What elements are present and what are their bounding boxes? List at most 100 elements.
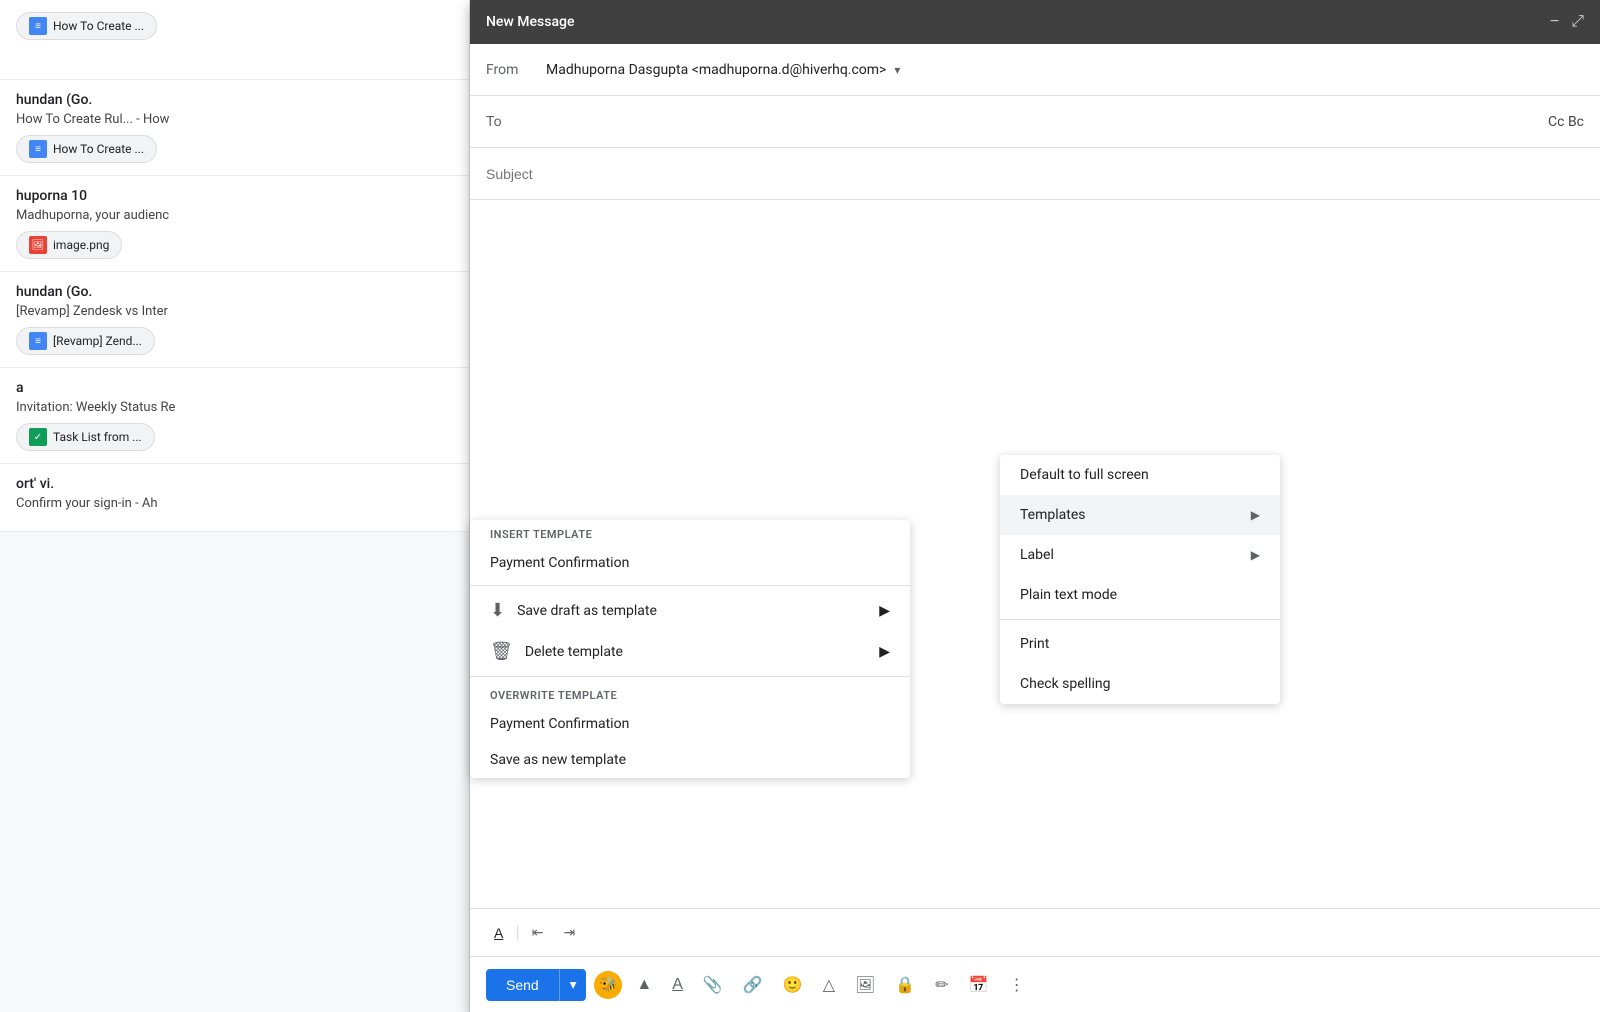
format-text-button[interactable]: A bbox=[666, 970, 689, 1000]
signature-button[interactable]: ✏ bbox=[929, 969, 954, 1001]
print-item[interactable]: Print bbox=[1000, 624, 1280, 664]
default-fullscreen-label: Default to full screen bbox=[1020, 467, 1149, 483]
save-draft-label: Save draft as template bbox=[517, 603, 657, 619]
cc-bcc-label[interactable]: Cc Bc bbox=[1548, 114, 1584, 130]
save-draft-arrow: ▶ bbox=[879, 603, 890, 619]
image-icon: 🖼 bbox=[29, 236, 47, 254]
from-address: Madhuporna Dasgupta <madhuporna.d@hiverh… bbox=[546, 62, 886, 78]
plain-text-label: Plain text mode bbox=[1020, 587, 1117, 603]
insert-payment-confirmation-item[interactable]: Payment Confirmation bbox=[470, 545, 910, 581]
maximize-button[interactable]: ⤢ bbox=[1571, 13, 1584, 31]
drive-button[interactable]: △ bbox=[817, 969, 841, 1001]
send-button-group: Send ▾ bbox=[486, 969, 586, 1001]
chip-label: [Revamp] Zend... bbox=[53, 334, 142, 348]
more-options-button[interactable]: ⋮ bbox=[1003, 969, 1031, 1001]
chip-label: How To Create ... bbox=[53, 142, 144, 156]
email-item[interactable]: a Invitation: Weekly Status Re ✓ Task Li… bbox=[0, 368, 469, 464]
attachment-chip[interactable]: ≡ How To Create ... bbox=[16, 135, 157, 163]
chip-label: image.png bbox=[53, 238, 109, 252]
insert-photo-button[interactable]: 🖼 bbox=[849, 969, 881, 1001]
delete-template-item[interactable]: 🗑 Delete template ▶ bbox=[470, 631, 910, 672]
doc-icon: ≡ bbox=[29, 332, 47, 350]
chevron-up-button[interactable]: ▲ bbox=[630, 970, 658, 1000]
from-dropdown-arrow[interactable]: ▾ bbox=[894, 63, 900, 77]
email-item[interactable]: ≡ How To Create ... bbox=[0, 0, 469, 80]
minimize-button[interactable]: − bbox=[1550, 13, 1559, 31]
email-list: ≡ How To Create ... hundan (Go. How To C… bbox=[0, 0, 470, 1012]
overwrite-payment-label: Payment Confirmation bbox=[490, 716, 629, 732]
plain-text-mode-item[interactable]: Plain text mode bbox=[1000, 575, 1280, 615]
label-item[interactable]: Label ▶ bbox=[1000, 535, 1280, 575]
overwrite-template-header: OVERWRITE TEMPLATE bbox=[470, 681, 910, 706]
print-label: Print bbox=[1020, 636, 1049, 652]
from-label: From bbox=[486, 62, 546, 78]
indent-decrease-button[interactable]: ⇤ bbox=[524, 918, 552, 947]
attachment-chip[interactable]: 🖼 image.png bbox=[16, 231, 122, 259]
sender-name: a bbox=[16, 380, 453, 396]
sender-name: ort' vi. bbox=[16, 476, 453, 492]
to-input[interactable] bbox=[546, 114, 1548, 130]
compose-header: New Message − ⤢ bbox=[470, 0, 1600, 44]
insert-link-button[interactable]: 🔗 bbox=[737, 969, 769, 1001]
sender-name: huporna 10 bbox=[16, 188, 453, 204]
sender-name: hundan (Go. bbox=[16, 92, 453, 108]
save-as-new-label: Save as new template bbox=[490, 752, 626, 768]
template-submenu: INSERT TEMPLATE Payment Confirmation ⬇ S… bbox=[470, 520, 910, 778]
email-subject: Confirm your sign-in - Ah bbox=[16, 496, 453, 511]
formatting-toolbar: A | ⇤ ⇥ bbox=[470, 908, 1600, 956]
to-label: To bbox=[486, 114, 546, 130]
submenu-divider-2 bbox=[470, 676, 910, 677]
compose-from-field: From Madhuporna Dasgupta <madhuporna.d@h… bbox=[470, 44, 1600, 96]
templates-label: Templates bbox=[1020, 507, 1086, 523]
schedule-button[interactable]: 📅 bbox=[963, 969, 995, 1001]
insert-template-header: INSERT TEMPLATE bbox=[470, 520, 910, 545]
save-draft-as-template-item[interactable]: ⬇ Save draft as template ▶ bbox=[470, 590, 910, 631]
compose-to-field[interactable]: To Cc Bc bbox=[470, 96, 1600, 148]
context-menu: Default to full screen Templates ▶ Label… bbox=[1000, 455, 1280, 704]
delete-template-arrow: ▶ bbox=[879, 644, 890, 660]
default-fullscreen-item[interactable]: Default to full screen bbox=[1000, 455, 1280, 495]
templates-item[interactable]: Templates ▶ bbox=[1000, 495, 1280, 535]
task-icon: ✓ bbox=[29, 428, 47, 446]
email-item[interactable]: hundan (Go. [Revamp] Zendesk vs Inter ≡ … bbox=[0, 272, 469, 368]
chip-label: How To Create ... bbox=[53, 19, 144, 33]
emoji-button[interactable]: 🙂 bbox=[777, 969, 809, 1001]
attachment-chip[interactable]: ✓ Task List from ... bbox=[16, 423, 155, 451]
from-value: Madhuporna Dasgupta <madhuporna.d@hiverh… bbox=[546, 62, 1584, 78]
indent-increase-button[interactable]: ⇥ bbox=[555, 918, 583, 947]
check-spelling-item[interactable]: Check spelling bbox=[1000, 664, 1280, 704]
sender-name: hundan (Go. bbox=[16, 284, 453, 300]
overwrite-payment-confirmation-item[interactable]: Payment Confirmation bbox=[470, 706, 910, 742]
send-button[interactable]: Send bbox=[486, 969, 559, 1001]
save-as-new-template-item[interactable]: Save as new template bbox=[470, 742, 910, 778]
bee-icon[interactable]: 🐝 bbox=[594, 971, 622, 999]
email-item[interactable]: ort' vi. Confirm your sign-in - Ah bbox=[0, 464, 469, 532]
insert-payment-label: Payment Confirmation bbox=[490, 555, 629, 571]
submenu-divider-1 bbox=[470, 585, 910, 586]
compose-title: New Message bbox=[486, 14, 574, 30]
compose-header-actions: − ⤢ bbox=[1550, 13, 1584, 31]
subject-input[interactable] bbox=[486, 166, 1584, 182]
attach-file-button[interactable]: 📎 bbox=[697, 969, 729, 1001]
templates-arrow: ▶ bbox=[1251, 508, 1260, 522]
doc-icon: ≡ bbox=[29, 17, 47, 35]
email-subject: Invitation: Weekly Status Re bbox=[16, 400, 453, 415]
chip-label: Task List from ... bbox=[53, 430, 142, 444]
context-menu-divider bbox=[1000, 619, 1280, 620]
compose-toolbar: Send ▾ 🐝 ▲ A 📎 🔗 🙂 △ 🖼 🔒 ✏ 📅 ⋮ bbox=[470, 956, 1600, 1012]
attachment-chip[interactable]: ≡ [Revamp] Zend... bbox=[16, 327, 155, 355]
attachment-chip[interactable]: ≡ How To Create ... bbox=[16, 12, 157, 40]
email-item[interactable]: huporna 10 Madhuporna, your audienc 🖼 im… bbox=[0, 176, 469, 272]
confidential-button[interactable]: 🔒 bbox=[889, 969, 921, 1001]
compose-subject-field[interactable] bbox=[470, 148, 1600, 200]
check-spelling-label: Check spelling bbox=[1020, 676, 1110, 692]
doc-icon: ≡ bbox=[29, 140, 47, 158]
email-subject: How To Create Rul... - How bbox=[16, 112, 453, 127]
label-arrow: ▶ bbox=[1251, 548, 1260, 562]
email-subject: Madhuporna, your audienc bbox=[16, 208, 453, 223]
delete-template-label: Delete template bbox=[525, 644, 623, 660]
format-text-button[interactable]: A bbox=[486, 919, 511, 947]
email-item[interactable]: hundan (Go. How To Create Rul... - How ≡… bbox=[0, 80, 469, 176]
label-label: Label bbox=[1020, 547, 1054, 563]
send-more-options-button[interactable]: ▾ bbox=[559, 969, 587, 1001]
